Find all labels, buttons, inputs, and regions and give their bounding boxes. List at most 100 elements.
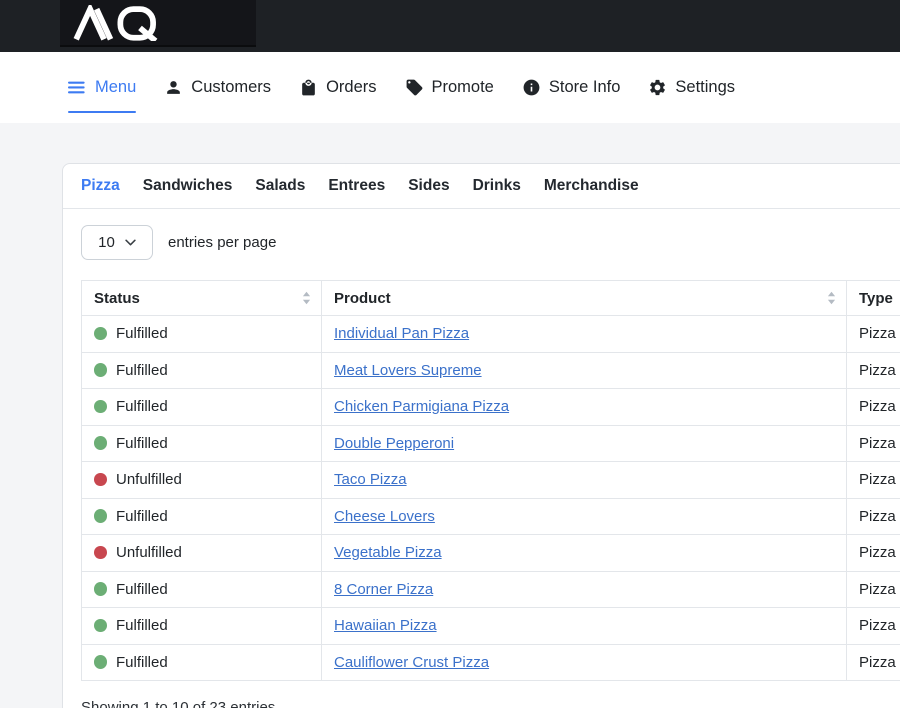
nav-item-label: Settings — [675, 78, 735, 97]
nav-item-settings[interactable]: Settings — [648, 52, 735, 123]
product-link[interactable]: Cauliflower Crust Pizza — [334, 654, 489, 671]
column-header-product[interactable]: Product — [322, 281, 847, 316]
nav-item-label: Customers — [191, 78, 271, 97]
status-cell: Fulfilled — [82, 644, 322, 681]
status-label: Unfulfilled — [116, 471, 182, 488]
sort-icon — [302, 292, 311, 305]
status-dot — [94, 655, 107, 669]
entries-per-page-select[interactable]: 10 — [81, 225, 153, 260]
status-dot — [94, 327, 107, 341]
status-dot — [94, 582, 107, 596]
status-label: Fulfilled — [116, 654, 168, 671]
product-cell: Taco Pizza — [322, 462, 847, 499]
product-link[interactable]: Hawaiian Pizza — [334, 617, 437, 634]
product-cell: Chicken Parmigiana Pizza — [322, 389, 847, 426]
product-cell: Individual Pan Pizza — [322, 316, 847, 353]
table-row: Fulfilled 8 Corner Pizza Pizza — [82, 571, 900, 608]
status-cell: Fulfilled — [82, 316, 322, 353]
table-row: Fulfilled Meat Lovers Supreme Pizza — [82, 352, 900, 389]
sort-icon — [827, 292, 836, 305]
entries-per-page-label: entries per page — [168, 234, 276, 251]
type-cell: Pizza — [847, 498, 900, 535]
tab-merchandise[interactable]: Merchandise — [544, 177, 639, 195]
status-dot — [94, 509, 107, 523]
table-row: Fulfilled Cauliflower Crust Pizza Pizza — [82, 644, 900, 681]
status-label: Fulfilled — [116, 435, 168, 452]
type-cell: Pizza — [847, 571, 900, 608]
nav-item-label: Store Info — [549, 78, 621, 97]
tab-sides[interactable]: Sides — [408, 177, 449, 195]
table-row: Fulfilled Cheese Lovers Pizza — [82, 498, 900, 535]
product-link[interactable]: 8 Corner Pizza — [334, 581, 433, 598]
info-icon — [522, 78, 541, 97]
nav-item-store-info[interactable]: Store Info — [522, 52, 621, 123]
status-cell: Fulfilled — [82, 498, 322, 535]
status-label: Fulfilled — [116, 398, 168, 415]
nav-item-menu[interactable]: Menu — [68, 52, 136, 123]
status-label: Fulfilled — [116, 325, 168, 342]
table-row: Fulfilled Chicken Parmigiana Pizza Pizza — [82, 389, 900, 426]
product-cell: Hawaiian Pizza — [322, 608, 847, 645]
tab-entrees[interactable]: Entrees — [328, 177, 385, 195]
status-cell: Fulfilled — [82, 352, 322, 389]
tab-salads[interactable]: Salads — [255, 177, 305, 195]
product-cell: Double Pepperoni — [322, 425, 847, 462]
tab-drinks[interactable]: Drinks — [473, 177, 521, 195]
status-dot — [94, 400, 107, 414]
nav-item-label: Menu — [95, 78, 136, 97]
chevron-down-icon — [125, 239, 136, 246]
nav-item-promote[interactable]: Promote — [405, 52, 494, 123]
nav-item-label: Promote — [432, 78, 494, 97]
product-link[interactable]: Individual Pan Pizza — [334, 325, 469, 342]
tab-sandwiches[interactable]: Sandwiches — [143, 177, 233, 195]
card-body: 10 entries per page StatusProductType Fu… — [63, 209, 900, 708]
status-label: Fulfilled — [116, 617, 168, 634]
type-cell: Pizza — [847, 644, 900, 681]
status-cell: Fulfilled — [82, 571, 322, 608]
products-table: StatusProductType Fulfilled Individual Pa… — [81, 280, 900, 681]
product-link[interactable]: Taco Pizza — [334, 471, 407, 488]
product-link[interactable]: Chicken Parmigiana Pizza — [334, 398, 509, 415]
column-header-type: Type — [847, 281, 900, 316]
tab-pizza[interactable]: Pizza — [81, 177, 120, 195]
product-link[interactable]: Cheese Lovers — [334, 508, 435, 525]
table-row: UnfulfilledTaco PizzaPizza — [82, 462, 900, 499]
type-cell: Pizza — [847, 535, 900, 572]
type-cell: Pizza — [847, 352, 900, 389]
status-dot — [94, 546, 107, 560]
app-root: Menu Customers Orders Promote Store Info Sett… — [0, 0, 900, 708]
shopping-bag-icon — [299, 78, 318, 97]
status-cell: Fulfilled — [82, 608, 322, 645]
status-label: Fulfilled — [116, 581, 168, 598]
status-dot — [94, 619, 107, 633]
content-area: Pizza Sandwiches Salads Entrees Sides Drinks M… — [0, 123, 900, 708]
entries-per-page-value: 10 — [98, 234, 115, 251]
table-body: FulfilledIndividual Pan PizzaPizzaFulfil… — [82, 316, 900, 681]
aq-brand-logo-icon[interactable] — [60, 0, 256, 47]
status-dot — [94, 473, 107, 487]
type-cell: Pizza — [847, 608, 900, 645]
nav-item-orders[interactable]: Orders — [299, 52, 376, 123]
type-cell: Pizza — [847, 389, 900, 426]
logo-glyph — [66, 5, 178, 41]
product-link[interactable]: Double Pepperoni — [334, 435, 454, 452]
product-link[interactable]: Vegetable Pizza — [334, 544, 442, 561]
table-row: FulfilledDouble PepperoniPizza — [82, 425, 900, 462]
hamburger-icon — [68, 78, 87, 97]
status-label: Fulfilled — [116, 362, 168, 379]
status-label: Fulfilled — [116, 508, 168, 525]
status-cell: Fulfilled — [82, 389, 322, 426]
entries-control: 10 entries per page — [81, 225, 900, 260]
app-header — [0, 0, 900, 52]
column-header-status[interactable]: Status — [82, 281, 322, 316]
nav-item-customers[interactable]: Customers — [164, 52, 271, 123]
product-cell: 8 Corner Pizza — [322, 571, 847, 608]
product-cell: Cheese Lovers — [322, 498, 847, 535]
gear-icon — [648, 78, 667, 97]
table-row: UnfulfilledVegetable PizzaPizza — [82, 535, 900, 572]
category-tabs: Pizza Sandwiches Salads Entrees Sides Drinks M… — [63, 164, 900, 209]
menu-card: Pizza Sandwiches Salads Entrees Sides Drinks M… — [62, 163, 900, 708]
status-dot — [94, 363, 107, 377]
product-link[interactable]: Meat Lovers Supreme — [334, 362, 482, 379]
table-header-row: StatusProductType — [82, 281, 900, 316]
